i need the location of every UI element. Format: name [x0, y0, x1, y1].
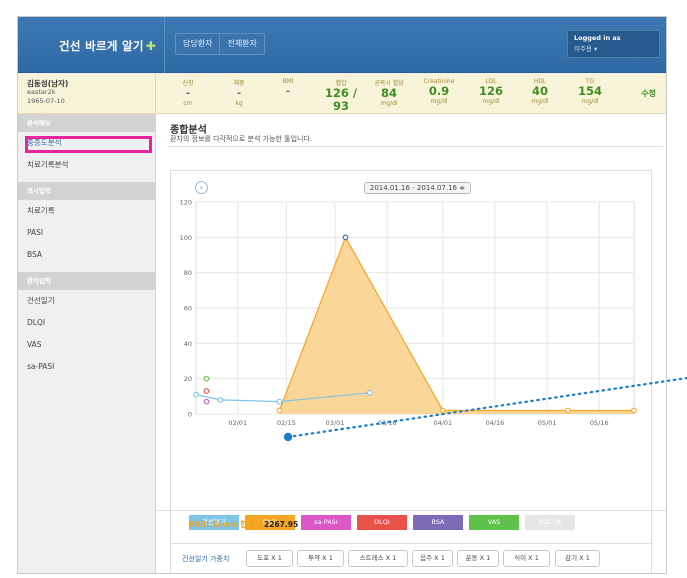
annotation-anchor-dot — [283, 432, 293, 442]
annotation-pointer-line — [283, 376, 687, 442]
annotation-dotted-line — [286, 376, 687, 439]
